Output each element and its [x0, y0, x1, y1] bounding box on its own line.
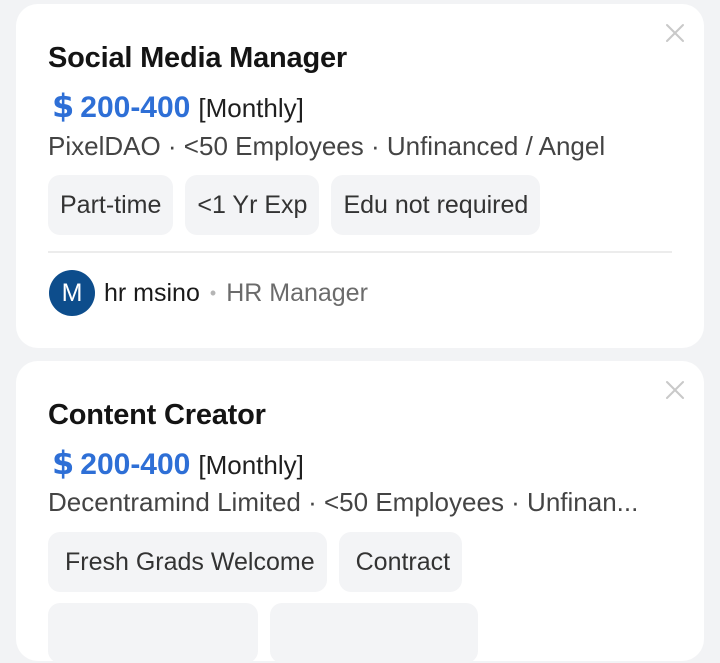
job-tags-overflow — [48, 603, 478, 663]
salary-period: [Monthly] — [198, 93, 304, 123]
job-card[interactable]: Content Creator $ 200-400 [Monthly] Dece… — [16, 361, 704, 663]
job-tag: Edu not required — [331, 175, 541, 235]
job-tag — [48, 603, 258, 663]
separator-dot: • — [209, 282, 217, 303]
salary-period: [Monthly] — [198, 450, 304, 480]
job-tag — [270, 603, 478, 663]
salary: $ 200-400 [Monthly] — [52, 444, 304, 482]
close-icon[interactable] — [664, 379, 686, 401]
divider — [48, 251, 672, 253]
avatar: M — [49, 270, 95, 316]
salary: $ 200-400 [Monthly] — [52, 87, 304, 125]
job-title[interactable]: Social Media Manager — [48, 42, 347, 75]
close-icon[interactable] — [664, 22, 686, 44]
currency-symbol: $ — [52, 87, 75, 125]
salary-range: 200-400 — [80, 448, 191, 481]
job-tag: Fresh Grads Welcome — [48, 532, 327, 592]
job-card[interactable]: Social Media Manager $ 200-400 [Monthly]… — [16, 4, 704, 348]
job-tag: Contract — [338, 532, 463, 592]
company-info: Decentramind Limited · <50 Employees · U… — [48, 487, 639, 517]
recruiter-role: HR Manager — [226, 278, 368, 307]
recruiter-name: hr msino — [104, 278, 200, 307]
salary-range: 200-400 — [80, 91, 191, 124]
job-tags: Part-time <1 Yr Exp Edu not required — [48, 175, 541, 235]
job-tags: Fresh Grads Welcome Contract — [48, 532, 463, 592]
job-title[interactable]: Content Creator — [48, 399, 266, 432]
job-tag: Part-time — [48, 175, 174, 235]
job-tag: <1 Yr Exp — [185, 175, 320, 235]
currency-symbol: $ — [52, 444, 75, 482]
company-info: PixelDAO · <50 Employees · Unfinanced / … — [48, 131, 606, 161]
recruiter-info[interactable]: M hr msino • HR Manager — [49, 270, 368, 316]
